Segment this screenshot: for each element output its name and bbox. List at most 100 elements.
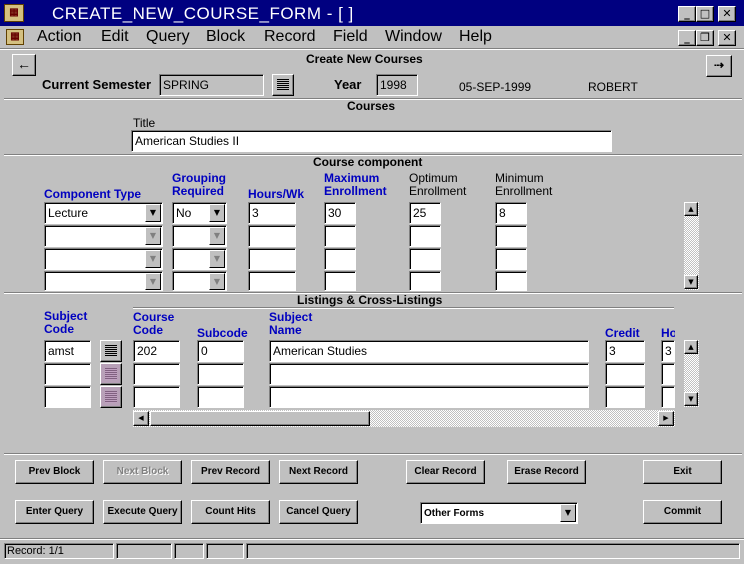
menu-query[interactable]: Query <box>146 28 190 46</box>
subject-name-field[interactable]: American Studies <box>269 340 589 362</box>
credit-field[interactable] <box>605 386 645 408</box>
menu-record[interactable]: Record <box>264 28 316 46</box>
credit-field[interactable]: 3 <box>605 340 645 362</box>
chevron-down-icon[interactable]: ▼ <box>209 227 225 245</box>
doc-minimize-button[interactable]: _ <box>678 30 696 46</box>
subject-name-field[interactable] <box>269 386 589 408</box>
scroll-right-icon[interactable]: ▶ <box>658 411 674 426</box>
count-hits-button[interactable]: Count Hits <box>191 500 270 524</box>
chevron-down-icon[interactable]: ▼ <box>209 204 225 222</box>
menu-help[interactable]: Help <box>459 28 492 46</box>
back-arrow-button[interactable]: ← <box>12 54 36 76</box>
credit-field[interactable] <box>605 363 645 385</box>
grouping-select[interactable]: ▼ <box>172 248 227 270</box>
course-code-field[interactable] <box>133 386 180 408</box>
current-semester-field[interactable]: SPRING <box>159 74 264 96</box>
scroll-down-icon[interactable]: ▼ <box>684 275 698 289</box>
commit-button[interactable]: Commit <box>643 500 722 524</box>
year-field[interactable]: 1998 <box>376 74 418 96</box>
list-icon <box>105 368 117 380</box>
subject-code-field[interactable]: amst <box>44 340 91 362</box>
course-code-field[interactable]: 202 <box>133 340 180 362</box>
scroll-up-icon[interactable]: ▲ <box>684 202 698 216</box>
hours-field[interactable] <box>248 225 296 247</box>
max-enrollment-field[interactable] <box>324 248 356 270</box>
exit-button[interactable]: Exit <box>643 460 722 484</box>
app-icon[interactable]: ▦ <box>4 4 24 22</box>
subject-code-field[interactable] <box>44 363 91 385</box>
scroll-down-icon[interactable]: ▼ <box>684 392 698 406</box>
hours-field[interactable] <box>661 363 675 385</box>
other-forms-select[interactable]: Other Forms ▼ <box>420 502 578 524</box>
component-type-select[interactable]: ▼ <box>44 248 163 270</box>
min-enrollment-field[interactable] <box>495 271 527 291</box>
subject-name-field[interactable] <box>269 363 589 385</box>
cancel-query-button[interactable]: Cancel Query <box>279 500 358 524</box>
subject-list-button[interactable] <box>100 363 122 385</box>
menu-window[interactable]: Window <box>385 28 442 46</box>
course-title-field[interactable]: American Studies II <box>131 130 612 152</box>
chevron-down-icon[interactable]: ▼ <box>145 204 161 222</box>
semester-list-button[interactable] <box>272 74 294 96</box>
clear-record-button[interactable]: Clear Record <box>406 460 485 484</box>
chevron-down-icon[interactable]: ▼ <box>560 504 576 522</box>
scroll-up-icon[interactable]: ▲ <box>684 340 698 354</box>
minimize-button[interactable]: _ <box>678 6 696 22</box>
min-enrollment-field[interactable] <box>495 248 527 270</box>
max-enrollment-field[interactable] <box>324 225 356 247</box>
hours-field[interactable] <box>248 248 296 270</box>
subcode-field[interactable] <box>197 363 244 385</box>
menu-edit[interactable]: Edit <box>101 28 129 46</box>
component-type-select[interactable]: ▼ <box>44 225 163 247</box>
grouping-select[interactable]: No ▼ <box>172 202 227 224</box>
execute-query-button[interactable]: Execute Query <box>103 500 182 524</box>
doc-close-button[interactable]: ✕ <box>718 30 736 46</box>
opt-enrollment-field[interactable] <box>409 248 441 270</box>
min-enrollment-field[interactable] <box>495 225 527 247</box>
component-type-select[interactable]: Lecture ▼ <box>44 202 163 224</box>
scroll-thumb[interactable] <box>150 411 370 426</box>
opt-enrollment-field[interactable] <box>409 271 441 291</box>
subject-code-field[interactable] <box>44 386 91 408</box>
menu-block[interactable]: Block <box>206 28 245 46</box>
chevron-down-icon[interactable]: ▼ <box>145 273 161 290</box>
scroll-left-icon[interactable]: ◀ <box>133 411 149 426</box>
max-enrollment-field[interactable]: 30 <box>324 202 356 224</box>
hours-field[interactable]: 3 <box>661 340 675 362</box>
subcode-field[interactable]: 0 <box>197 340 244 362</box>
chevron-down-icon[interactable]: ▼ <box>145 250 161 268</box>
component-type-select[interactable]: ▼ <box>44 271 163 291</box>
hours-field[interactable] <box>661 386 675 408</box>
subcode-field[interactable] <box>197 386 244 408</box>
prev-block-button[interactable]: Prev Block <box>15 460 94 484</box>
next-record-button[interactable]: Next Record <box>279 460 358 484</box>
course-code-header-line1: Course <box>133 310 175 324</box>
menu-action[interactable]: Action <box>37 28 81 46</box>
grouping-select[interactable]: ▼ <box>172 225 227 247</box>
opt-enrollment-field[interactable]: 25 <box>409 202 441 224</box>
chevron-down-icon[interactable]: ▼ <box>209 273 225 290</box>
chevron-down-icon[interactable]: ▼ <box>209 250 225 268</box>
maximize-button[interactable]: □ <box>696 6 714 22</box>
hours-field[interactable] <box>248 271 296 291</box>
subject-list-button[interactable] <box>100 340 122 362</box>
next-block-button[interactable]: Next Block <box>103 460 182 484</box>
course-code-field[interactable] <box>133 363 180 385</box>
menu-field[interactable]: Field <box>333 28 368 46</box>
listings-section-title: Listings & Cross-Listings <box>297 293 443 307</box>
subject-list-button[interactable] <box>100 386 122 408</box>
chevron-down-icon[interactable]: ▼ <box>145 227 161 245</box>
hours-field[interactable]: 3 <box>248 202 296 224</box>
min-enrollment-field[interactable]: 8 <box>495 202 527 224</box>
enter-query-button[interactable]: Enter Query <box>15 500 94 524</box>
prev-record-button[interactable]: Prev Record <box>191 460 270 484</box>
opt-enrollment-field[interactable] <box>409 225 441 247</box>
document-icon[interactable]: ▦ <box>6 29 24 45</box>
close-button[interactable]: ✕ <box>718 6 736 22</box>
erase-record-button[interactable]: Erase Record <box>507 460 586 484</box>
forward-arrow-button[interactable]: ⇢ <box>706 55 732 77</box>
min-enrollment-header-line1: Minimum <box>495 171 544 185</box>
max-enrollment-field[interactable] <box>324 271 356 291</box>
grouping-select[interactable]: ▼ <box>172 271 227 291</box>
doc-restore-button[interactable]: ❐ <box>696 30 714 46</box>
